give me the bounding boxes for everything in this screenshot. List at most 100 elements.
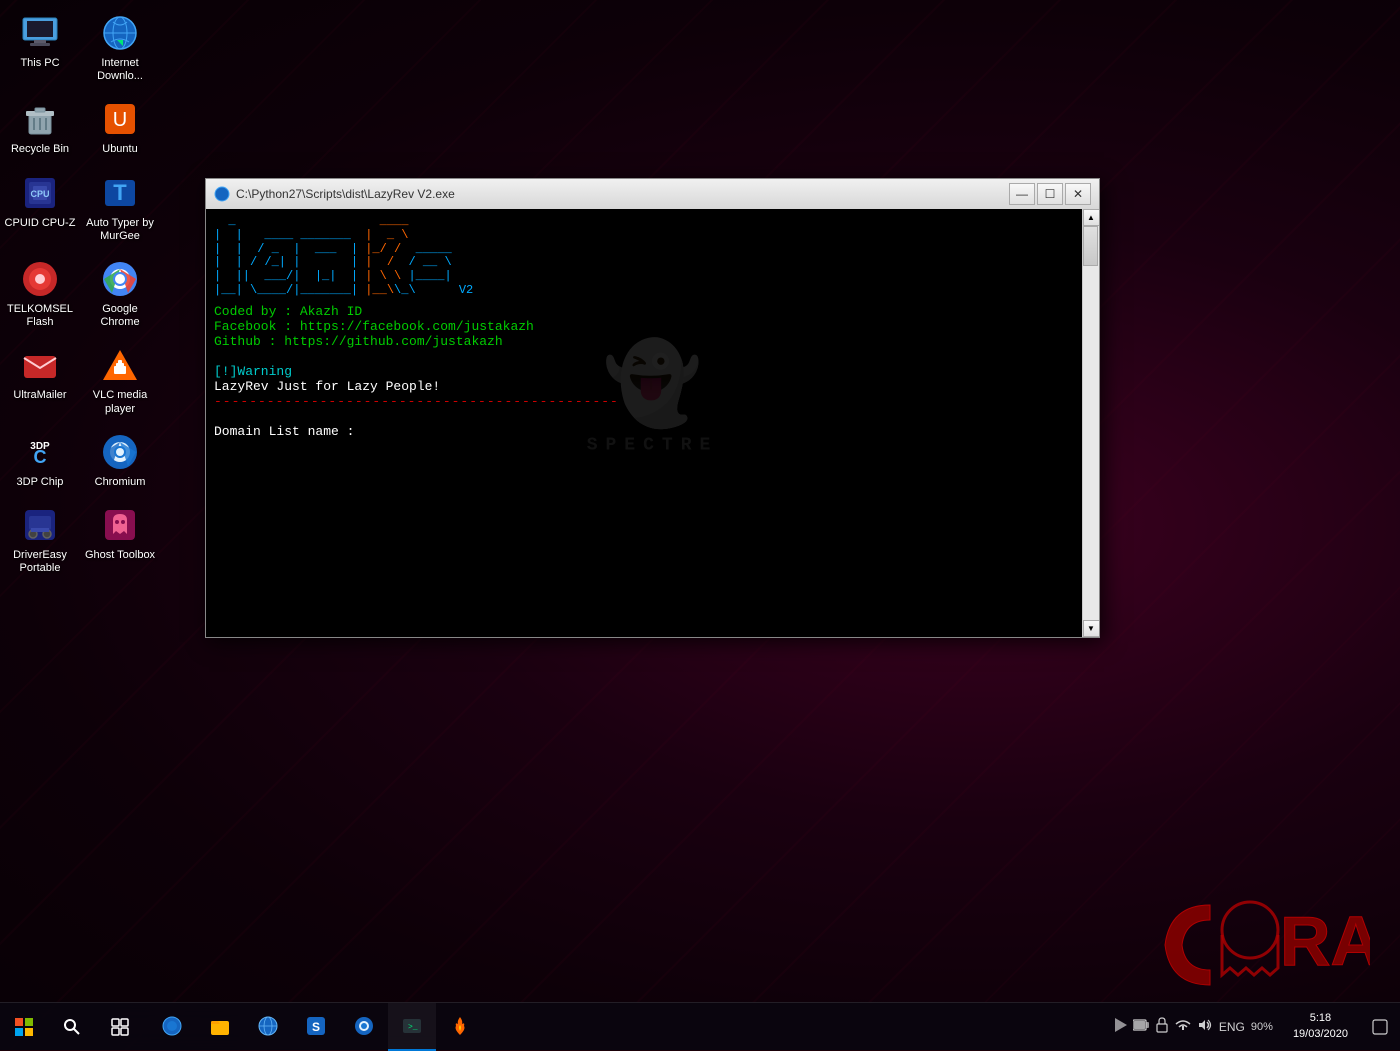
clock-date: 19/03/2020 — [1293, 1027, 1348, 1042]
ghost-toolbox-label: Ghost Toolbox — [85, 549, 155, 562]
internet-download-label: Internet Downlo... — [84, 57, 156, 83]
driver-easy-icon — [20, 505, 60, 545]
ultramailer-icon — [20, 345, 60, 385]
taskbar-app-network[interactable] — [148, 1003, 196, 1051]
terminal-scrollbar[interactable]: ▲ ▼ — [1082, 209, 1099, 637]
telkomsel-label: TELKOMSEL Flash — [4, 303, 76, 329]
scrollbar-thumb[interactable] — [1083, 226, 1098, 266]
terminal-content[interactable]: 👻 SPECTRE _ ____ | | ____ _______ | _ \ … — [206, 209, 1082, 637]
input-language-icon[interactable]: ENG — [1219, 1020, 1245, 1034]
3dp-chip-label: 3DP Chip — [17, 476, 64, 489]
taskbar-app-globe[interactable] — [244, 1003, 292, 1051]
this-pc-icon — [20, 13, 60, 53]
terminal-titlebar: C:\Python27\Scripts\dist\LazyRev V2.exe … — [206, 179, 1099, 209]
desktop-icon-3dp-chip[interactable]: 3DP C 3DP Chip — [0, 424, 80, 497]
scrollbar-down-button[interactable]: ▼ — [1083, 620, 1100, 637]
scrollbar-track — [1083, 226, 1099, 620]
taskbar-app-blue-square[interactable]: S — [292, 1003, 340, 1051]
ubuntu-icon: U — [100, 99, 140, 139]
warning-text: [!]Warning — [214, 364, 292, 379]
github-line: Github : https://github.com/justakazh — [214, 334, 1074, 349]
terminal-title-text: C:\Python27\Scripts\dist\LazyRev V2.exe — [236, 187, 1009, 201]
terminal-window: C:\Python27\Scripts\dist\LazyRev V2.exe … — [205, 178, 1100, 638]
terminal-app-icon — [214, 186, 230, 202]
battery-percent-value: 90 — [1251, 1021, 1263, 1033]
domain-prompt: Domain List name : — [214, 424, 354, 439]
desktop: This PC Internet Downlo... — [0, 0, 1400, 1050]
google-chrome-label: Google Chrome — [84, 303, 156, 329]
desktop-icon-telkomsel[interactable]: TELKOMSEL Flash — [0, 251, 80, 337]
prompt-section: Domain List name : — [214, 424, 1074, 439]
show-hidden-icons-button[interactable] — [1115, 1018, 1127, 1035]
network-icon[interactable] — [1175, 1018, 1191, 1035]
dashed-separator: ----------------------------------------… — [214, 394, 619, 409]
ubuntu-label: Ubuntu — [102, 143, 137, 156]
desktop-icon-ghost-toolbox[interactable]: Ghost Toolbox — [80, 497, 160, 583]
auto-typer-icon: T — [100, 173, 140, 213]
systray: ENG 90% — [1107, 1017, 1281, 1036]
taskbar-app-chromium[interactable] — [340, 1003, 388, 1051]
system-clock[interactable]: 5:18 19/03/2020 — [1281, 1003, 1360, 1051]
svg-text:>_: >_ — [408, 1023, 418, 1032]
telkomsel-icon — [20, 259, 60, 299]
chromium-icon — [100, 432, 140, 472]
recycle-bin-icon — [20, 99, 60, 139]
taskbar-app-terminal[interactable]: >_ — [388, 1003, 436, 1051]
notification-center-button[interactable] — [1360, 1003, 1400, 1051]
taskbar-search-button[interactable] — [48, 1003, 96, 1051]
github-text: Github : https://github.com/justakazh — [214, 334, 503, 349]
desktop-icons-grid: This PC Internet Downlo... — [0, 5, 160, 583]
facebook-text: Facebook : https://facebook.com/justakaz… — [214, 319, 534, 334]
desktop-icon-google-chrome[interactable]: Google Chrome — [80, 251, 160, 337]
ascii-art-logo: _ ____ | | ____ _______ | _ \ | | / _ | … — [214, 215, 1074, 298]
warning-section: [!]Warning LazyRev Just for Lazy People!… — [214, 364, 1074, 409]
terminal-maximize-button[interactable]: ☐ — [1037, 183, 1063, 205]
task-view-button[interactable] — [96, 1003, 144, 1051]
taskbar: S >_ — [0, 1002, 1400, 1050]
terminal-window-controls: — ☐ ✕ — [1009, 183, 1091, 205]
scrollbar-up-button[interactable]: ▲ — [1083, 209, 1100, 226]
desktop-icon-chromium[interactable]: Chromium — [80, 424, 160, 497]
this-pc-label: This PC — [20, 57, 59, 70]
cpuid-icon: CPU — [20, 173, 60, 213]
svg-text:C: C — [34, 447, 47, 467]
recycle-bin-label: Recycle Bin — [11, 143, 69, 156]
desktop-icon-this-pc[interactable]: This PC — [0, 5, 80, 91]
cpuid-label: CPUID CPU-Z — [5, 217, 76, 230]
lock-icon[interactable] — [1155, 1017, 1169, 1036]
terminal-info: Coded by : Akazh ID Facebook : https://f… — [214, 304, 1074, 349]
coded-by-text: Coded by : Akazh ID — [214, 304, 362, 319]
ghost-toolbox-icon — [100, 505, 140, 545]
auto-typer-label: Auto Typer by MurGee — [84, 217, 156, 243]
terminal-body: 👻 SPECTRE _ ____ | | ____ _______ | _ \ … — [206, 209, 1099, 637]
google-chrome-icon — [100, 259, 140, 299]
svg-text:CPU: CPU — [30, 189, 49, 199]
clock-time: 5:18 — [1310, 1011, 1331, 1026]
desktop-icon-ubuntu[interactable]: U Ubuntu — [80, 91, 160, 164]
desktop-icon-vlc[interactable]: VLC media player — [80, 337, 160, 423]
battery-icon[interactable] — [1133, 1018, 1149, 1035]
terminal-minimize-button[interactable]: — — [1009, 183, 1035, 205]
start-button[interactable] — [0, 1003, 48, 1051]
taskbar-app-file-explorer[interactable] — [196, 1003, 244, 1051]
facebook-line: Facebook : https://facebook.com/justakaz… — [214, 319, 1074, 334]
driver-easy-label: DriverEasy Portable — [4, 549, 76, 575]
svg-text:RAX: RAX — [1280, 902, 1370, 980]
taskbar-right: ENG 90% 5:18 19/03/2020 — [1107, 1003, 1400, 1051]
desktop-icon-driver-easy[interactable]: DriverEasy Portable — [0, 497, 80, 583]
taskbar-app-fire[interactable] — [436, 1003, 484, 1051]
desktop-icon-ultramailer[interactable]: UltraMailer — [0, 337, 80, 423]
vlc-icon — [100, 345, 140, 385]
svg-text:S: S — [312, 1020, 320, 1034]
volume-icon[interactable] — [1197, 1018, 1213, 1035]
warning-msg-text: LazyRev Just for Lazy People! — [214, 379, 440, 394]
desktop-icon-cpuid[interactable]: CPU CPUID CPU-Z — [0, 165, 80, 251]
chromium-label: Chromium — [95, 476, 146, 489]
ultramailer-label: UltraMailer — [13, 389, 66, 402]
desktop-icon-auto-typer[interactable]: T Auto Typer by MurGee — [80, 165, 160, 251]
desktop-icon-recycle-bin[interactable]: Recycle Bin — [0, 91, 80, 164]
desktop-icon-internet-download[interactable]: Internet Downlo... — [80, 5, 160, 91]
svg-text:U: U — [113, 109, 127, 131]
3dp-chip-icon: 3DP C — [20, 432, 60, 472]
terminal-close-button[interactable]: ✕ — [1065, 183, 1091, 205]
